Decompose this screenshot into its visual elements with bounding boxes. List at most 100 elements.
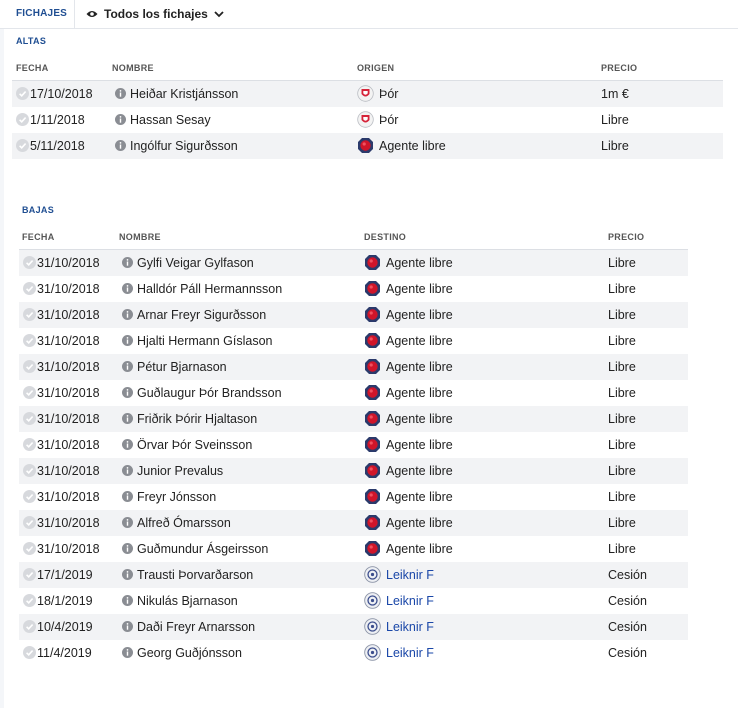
bajas-col-name[interactable]: NOMBRE (119, 232, 161, 242)
info-icon[interactable] (122, 621, 133, 632)
table-row[interactable]: 5/11/2018 Ingólfur Sigurðsson Agente libre… (12, 133, 723, 159)
player-name[interactable]: Halldór Páll Hermannsson (137, 282, 282, 296)
check-circle-icon (23, 620, 36, 633)
altas-col-origin[interactable]: ORIGEN (357, 63, 394, 73)
table-row[interactable]: 31/10/2018 Junior Prevalus Agente libre Lib… (19, 458, 688, 484)
club-name[interactable]: Leiknir F (386, 594, 434, 608)
player-name[interactable]: Alfreð Ómarsson (137, 516, 231, 530)
table-row[interactable]: 31/10/2018 Alfreð Ómarsson Agente libre Lib… (19, 510, 688, 536)
transfer-date: 17/10/2018 (30, 87, 93, 101)
info-icon[interactable] (122, 647, 133, 658)
info-icon[interactable] (122, 595, 133, 606)
tab-divider (74, 0, 75, 28)
player-name[interactable]: Pétur Bjarnason (137, 360, 227, 374)
check-circle-icon (23, 646, 36, 659)
free-agent-icon (365, 489, 380, 504)
top-bar: FICHAJES Todos los fichajes (0, 0, 738, 29)
info-icon[interactable] (122, 413, 133, 424)
table-row[interactable]: 31/10/2018 Hjalti Hermann Gíslason Agente … (19, 328, 688, 354)
info-icon[interactable] (115, 88, 126, 99)
table-row[interactable]: 31/10/2018 Gylfi Veigar Gylfason Agente li… (19, 250, 688, 276)
altas-col-price[interactable]: PRECIO (601, 63, 637, 73)
player-name[interactable]: Friðrik Þórir Hjaltason (137, 412, 257, 426)
info-icon[interactable] (122, 439, 133, 450)
table-row[interactable]: 31/10/2018 Friðrik Þórir Hjaltason Agente … (19, 406, 688, 432)
bajas-col-date[interactable]: FECHA (22, 232, 55, 242)
player-name[interactable]: Daði Freyr Arnarsson (137, 620, 255, 634)
info-icon[interactable] (122, 517, 133, 528)
info-icon[interactable] (115, 140, 126, 151)
player-name[interactable]: Örvar Þór Sveinsson (137, 438, 252, 452)
table-row[interactable]: 31/10/2018 Halldór Páll Hermannsson Agente… (19, 276, 688, 302)
transfer-price: Libre (601, 113, 629, 127)
player-name[interactable]: Arnar Freyr Sigurðsson (137, 308, 266, 322)
transfer-date: 31/10/2018 (37, 386, 100, 400)
info-icon[interactable] (122, 361, 133, 372)
club-name[interactable]: Þór (379, 87, 398, 101)
club-name: Agente libre (386, 438, 453, 452)
player-name[interactable]: Freyr Jónsson (137, 490, 216, 504)
info-icon[interactable] (115, 114, 126, 125)
table-row[interactable]: 11/4/2019 Georg Guðjónsson Leiknir F Cesión (19, 640, 688, 666)
info-icon[interactable] (122, 491, 133, 502)
info-icon[interactable] (122, 569, 133, 580)
table-row[interactable]: 31/10/2018 Guðlaugur Þór Brandsson Agente … (19, 380, 688, 406)
bajas-col-destination[interactable]: DESTINO (364, 232, 406, 242)
table-row[interactable]: 1/11/2018 Hassan Sesay Þór Libre (12, 107, 723, 133)
bajas-col-price[interactable]: PRECIO (608, 232, 644, 242)
info-icon[interactable] (122, 283, 133, 294)
club-name: Agente libre (386, 490, 453, 504)
table-row[interactable]: 31/10/2018 Guðmundur Ásgeirsson Agente lib… (19, 536, 688, 562)
free-agent-icon (365, 515, 380, 530)
altas-header: FECHA NOMBRE ORIGEN PRECIO (12, 56, 723, 81)
table-row[interactable]: 18/1/2019 Nikulás Bjarnason Leiknir F Cesió… (19, 588, 688, 614)
check-circle-icon (23, 282, 36, 295)
table-row[interactable]: 31/10/2018 Arnar Freyr Sigurðsson Agente l… (19, 302, 688, 328)
transfer-date: 1/11/2018 (30, 113, 85, 127)
table-row[interactable]: 17/1/2019 Trausti Þorvarðarson Leiknir F Ce… (19, 562, 688, 588)
table-row[interactable]: 17/10/2018 Heiðar Kristjánsson Þór 1m € (12, 81, 723, 107)
info-icon[interactable] (122, 335, 133, 346)
tab-fichajes[interactable]: FICHAJES (16, 8, 67, 19)
transfer-price: Cesión (608, 568, 647, 582)
player-name[interactable]: Nikulás Bjarnason (137, 594, 238, 608)
altas-col-date[interactable]: FECHA (16, 63, 49, 73)
check-circle-icon (16, 139, 29, 152)
player-name[interactable]: Trausti Þorvarðarson (137, 568, 253, 582)
transfer-price: Libre (608, 490, 636, 504)
player-name[interactable]: Gylfi Veigar Gylfason (137, 256, 254, 270)
transfer-filter-dropdown[interactable]: Todos los fichajes (86, 5, 224, 23)
check-circle-icon (23, 308, 36, 321)
player-name[interactable]: Ingólfur Sigurðsson (130, 139, 238, 153)
player-name[interactable]: Georg Guðjónsson (137, 646, 242, 660)
player-name[interactable]: Guðlaugur Þór Brandsson (137, 386, 282, 400)
club-name: Agente libre (386, 282, 453, 296)
transfer-price: Libre (608, 334, 636, 348)
free-agent-icon (365, 437, 380, 452)
transfer-price: Libre (608, 360, 636, 374)
check-circle-icon (23, 594, 36, 607)
club-name[interactable]: Leiknir F (386, 646, 434, 660)
info-icon[interactable] (122, 387, 133, 398)
info-icon[interactable] (122, 543, 133, 554)
altas-col-name[interactable]: NOMBRE (112, 63, 154, 73)
club-name[interactable]: Þór (379, 113, 398, 127)
transfer-date: 31/10/2018 (37, 464, 100, 478)
table-row[interactable]: 31/10/2018 Freyr Jónsson Agente libre Libre (19, 484, 688, 510)
table-row[interactable]: 31/10/2018 Örvar Þór Sveinsson Agente libr… (19, 432, 688, 458)
club-name[interactable]: Leiknir F (386, 620, 434, 634)
transfer-price: 1m € (601, 87, 629, 101)
table-row[interactable]: 31/10/2018 Pétur Bjarnason Agente libre Lib… (19, 354, 688, 380)
player-name[interactable]: Hassan Sesay (130, 113, 211, 127)
table-row[interactable]: 10/4/2019 Daði Freyr Arnarsson Leiknir F Ce… (19, 614, 688, 640)
info-icon[interactable] (122, 257, 133, 268)
club-name[interactable]: Leiknir F (386, 568, 434, 582)
player-name[interactable]: Guðmundur Ásgeirsson (137, 542, 268, 556)
free-agent-icon (365, 255, 380, 270)
info-icon[interactable] (122, 309, 133, 320)
player-name[interactable]: Hjalti Hermann Gíslason (137, 334, 272, 348)
player-name[interactable]: Heiðar Kristjánsson (130, 87, 238, 101)
info-icon[interactable] (122, 465, 133, 476)
player-name[interactable]: Junior Prevalus (137, 464, 223, 478)
transfer-price: Libre (608, 438, 636, 452)
